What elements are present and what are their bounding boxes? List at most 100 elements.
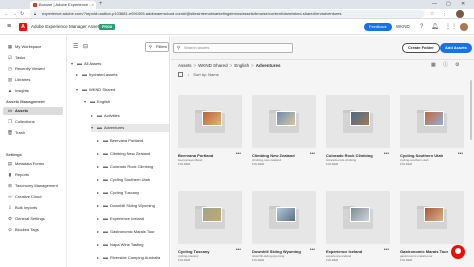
folder-card[interactable]: Downhill Skiing Wyoming downhill-skiing-w…: [252, 191, 316, 265]
tree-node-colorado-rock-climbing[interactable]: ▸ ▬ Colorado Rock Climbing: [97, 163, 169, 171]
nav-bulk-imports[interactable]: ⇩ Bulk Imports: [3, 204, 63, 212]
filters-button[interactable]: ⚲ Filters: [145, 42, 169, 52]
back-icon[interactable]: ←: [4, 10, 9, 18]
adobe-favicon-icon: [33, 3, 37, 7]
folder-card[interactable]: Cycling Southern Utah cycling-southern-ut…: [400, 95, 464, 169]
tree-node-napa-wine-tasting[interactable]: ▸ ▬ Napa Wine Tasting: [97, 241, 169, 249]
more-actions-icon[interactable]: •••: [236, 152, 241, 157]
tree-node-all-assets[interactable]: ▾ ▬ All Assets: [71, 60, 169, 68]
folder-card[interactable]: Beervana Portland beervana-portland FOLDER…: [178, 95, 242, 169]
assistant-button[interactable]: [451, 245, 465, 259]
folder-card[interactable]: Experience Iceland experience-iceland FOLD…: [326, 191, 390, 265]
nav-assets[interactable]: ▭ Assets: [3, 107, 63, 115]
nav-trash[interactable]: 🗑︎ Trash: [3, 129, 63, 137]
apps-grid-icon[interactable]: ⋮⋮: [445, 23, 457, 31]
new-tab-button[interactable]: +: [99, 0, 103, 9]
tree-node-label: Riverside Camping Australia: [110, 255, 161, 260]
sort-by-dropdown[interactable]: Sort by: Name: [193, 72, 219, 77]
tree-node-adventures[interactable]: ▾ ▬ Adventures: [91, 124, 169, 132]
tab-close-icon[interactable]: ×: [92, 1, 94, 9]
folder-thumbnail[interactable]: [326, 95, 390, 148]
tree-node-english[interactable]: ▾ ▬ English: [84, 98, 169, 106]
extensions-icon[interactable]: ⋮: [442, 10, 447, 18]
nav-blocked-tags[interactable]: ⊘ Blocked Tags: [3, 226, 63, 234]
folder-icon: ▬: [103, 203, 108, 209]
breadcrumb-item[interactable]: WKND Shared: [198, 63, 228, 68]
folder-preview-image: [276, 207, 296, 222]
browser-tab[interactable]: Browse | Adobe Experience ... ×: [30, 1, 96, 9]
folder-thumbnail[interactable]: [252, 95, 316, 148]
nav-general-settings[interactable]: ⚙ General Settings: [3, 215, 63, 223]
nav-tasks[interactable]: ☑ Tasks: [3, 54, 63, 62]
nav-libraries[interactable]: ▥ Libraries: [3, 76, 63, 84]
tree-node-climbing-new-zealand[interactable]: ▸ ▬ Climbing New Zealand: [97, 150, 169, 158]
bookmark-star-icon[interactable]: ☆: [430, 10, 434, 18]
nav-my-workspace[interactable]: ▦ My Workspace: [3, 43, 63, 51]
breadcrumb-item[interactable]: English: [234, 63, 249, 68]
grid-view-icon[interactable]: ▦: [431, 62, 436, 69]
hamburger-menu-icon[interactable]: ≡: [7, 23, 11, 31]
folder-thumbnail[interactable]: [400, 95, 464, 148]
tree-node-cycling-southern-utah[interactable]: ▸ ▬ Cycling Southern Utah: [97, 176, 169, 184]
tree-view-toggle-icon[interactable]: ☰: [73, 43, 78, 51]
close-window-button[interactable]: ✕: [461, 0, 465, 9]
tree-node-downhill-skiing-wyoming[interactable]: ▸ ▬ Downhill Skiing Wyoming: [97, 202, 169, 210]
help-icon[interactable]: ?: [420, 23, 423, 31]
nav-collections[interactable]: ❐ Collections: [3, 118, 63, 126]
folder-thumbnail[interactable]: [326, 191, 390, 244]
forward-icon[interactable]: →: [12, 10, 17, 18]
tree-node-activities[interactable]: ▸ ▬ Activities: [91, 112, 169, 120]
scrollbar[interactable]: [470, 80, 472, 140]
search-field[interactable]: ⚲: [173, 43, 293, 53]
notifications-icon[interactable]: 🔔︎: [431, 23, 439, 31]
more-actions-icon[interactable]: •••: [384, 152, 389, 157]
org-switcher[interactable]: WKND: [396, 23, 410, 31]
tree-node-beervana-portland[interactable]: ▸ ▬ Beervana Portland: [97, 137, 169, 145]
tree-node-hydrated-assets[interactable]: ▸ ▬ hydrated-assets: [76, 71, 169, 79]
nav-recently-viewed[interactable]: ◷ Recently Viewed: [3, 65, 63, 73]
feedback-button[interactable]: Feedback: [364, 23, 392, 31]
folder-preview-image: [350, 111, 370, 126]
nav-creative-cloud[interactable]: ∞ Creative Cloud: [3, 193, 63, 201]
folder-card[interactable]: Climbing New Zealand climbing-new-zealand…: [252, 95, 316, 169]
sort-direction-icon[interactable]: ↓: [187, 72, 189, 77]
tree-node-gastronomic-marais-tour[interactable]: ▸ ▬ Gastronomic Marais Tour: [97, 228, 169, 236]
tree-node-wknd-shared[interactable]: ▾ ▬ WKND Shared: [76, 86, 169, 94]
breadcrumb-item[interactable]: Assets: [178, 63, 192, 68]
user-avatar[interactable]: [460, 23, 468, 31]
browser-profile-avatar[interactable]: [456, 10, 464, 18]
create-folder-button[interactable]: Create Folder: [402, 43, 440, 53]
nav-label: Tasks: [15, 55, 26, 60]
more-actions-icon[interactable]: •••: [310, 248, 315, 253]
search-input[interactable]: [184, 45, 284, 50]
tree-node-riverside-camping-australia[interactable]: ▸ ▬ Riverside Camping Australia: [97, 254, 169, 262]
more-actions-icon[interactable]: •••: [310, 152, 315, 157]
more-actions-icon[interactable]: •••: [384, 248, 389, 253]
folder-thumbnail[interactable]: [252, 191, 316, 244]
collapse-panel-icon[interactable]: ⊟: [83, 43, 88, 51]
folder-thumbnail[interactable]: [178, 191, 242, 244]
folder-thumbnail[interactable]: [400, 191, 464, 244]
more-actions-icon[interactable]: •••: [236, 248, 241, 253]
nav-insights[interactable]: ▲ Insights: [3, 87, 63, 95]
minimize-button[interactable]: —: [432, 0, 437, 9]
nav-label: Assets: [15, 108, 29, 113]
tree-node-experience-iceland[interactable]: ▸ ▬ Experience Iceland: [97, 215, 169, 223]
add-assets-button[interactable]: Add Assets: [440, 43, 472, 53]
settings-icon[interactable]: ⚙: [455, 62, 459, 69]
folder-card[interactable]: Colorado Rock Climbing colorado-rock-clim…: [326, 95, 390, 169]
address-bar[interactable]: 🔒︎ experience.adobe.com/?repoId=author-p…: [30, 10, 425, 18]
nav-taxonomy-management[interactable]: ⊞ Taxonomy Management: [3, 182, 63, 190]
maximize-button[interactable]: ▢: [446, 0, 451, 9]
info-panel-icon[interactable]: ⓘ: [443, 62, 448, 69]
reload-icon[interactable]: ↻: [20, 10, 24, 18]
more-actions-icon[interactable]: •••: [458, 152, 463, 157]
nav-reports[interactable]: ▮ Reports: [3, 171, 63, 179]
select-all-checkbox[interactable]: [178, 72, 183, 78]
folder-preview-image: [350, 207, 370, 222]
nav-metadata-forms[interactable]: ▤ Metadata Forms: [3, 160, 63, 168]
tree-node-label: hydrated-assets: [89, 72, 118, 77]
folder-thumbnail[interactable]: [178, 95, 242, 148]
tree-node-cycling-tuscany[interactable]: ▸ ▬ Cycling Tuscany: [97, 189, 169, 197]
folder-card[interactable]: Cycling Tuscany cycling-tuscany FOLDER •••: [178, 191, 242, 265]
